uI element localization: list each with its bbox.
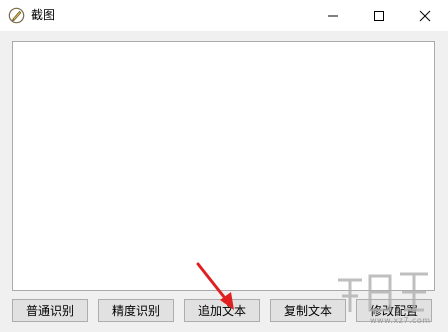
precise-recognition-button[interactable]: 精度识别 xyxy=(98,299,174,322)
maximize-button[interactable] xyxy=(356,0,402,31)
edit-pencil-icon xyxy=(8,7,25,24)
close-icon xyxy=(419,10,431,21)
screenshot-ocr-window: 截图 普通识别 精度识别 追加文本 复制文本 修改配置 www.xz7.com xyxy=(0,0,448,332)
maximize-icon xyxy=(374,10,384,21)
window-title: 截图 xyxy=(31,8,56,22)
modify-config-button[interactable]: 修改配置 xyxy=(356,299,432,322)
normal-recognition-button[interactable]: 普通识别 xyxy=(12,299,88,322)
copy-text-button[interactable]: 复制文本 xyxy=(270,299,346,322)
append-text-button[interactable]: 追加文本 xyxy=(184,299,260,322)
close-button[interactable] xyxy=(402,0,448,31)
minimize-button[interactable] xyxy=(310,0,356,31)
minimize-icon xyxy=(328,15,338,16)
result-text-area[interactable] xyxy=(12,41,435,291)
title-bar[interactable]: 截图 xyxy=(0,0,448,31)
